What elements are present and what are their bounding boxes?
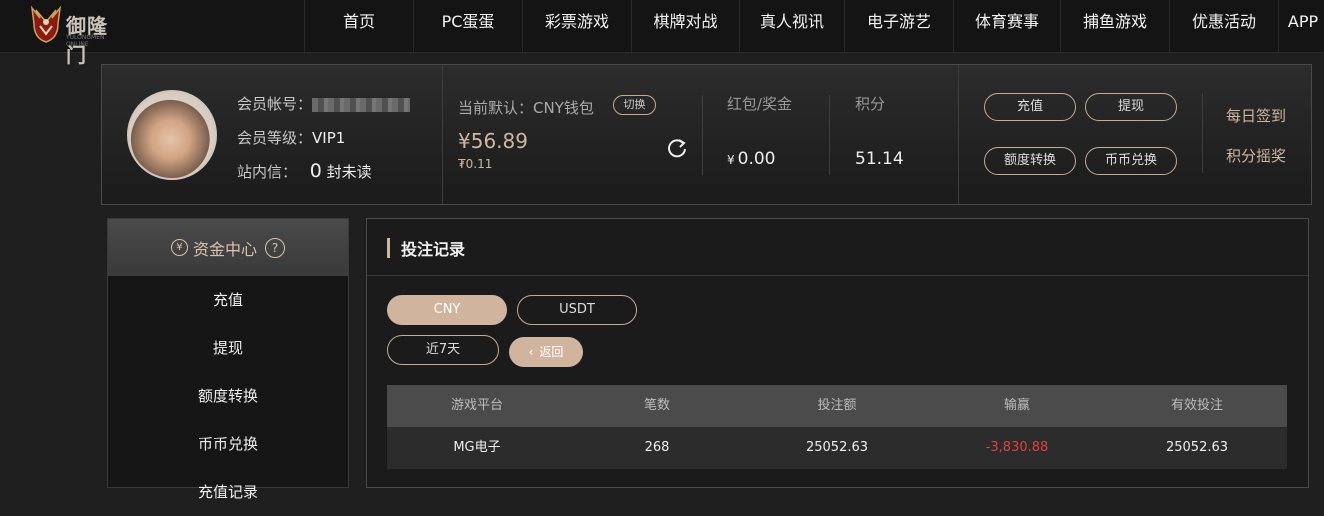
- cell-winloss: -3,830.88: [985, 440, 1049, 455]
- avatar[interactable]: [127, 90, 217, 180]
- column-header: 投注额: [817, 398, 857, 413]
- exchange-button[interactable]: 币币兑换: [1085, 147, 1177, 175]
- chevron-left-icon: ‹: [528, 345, 534, 359]
- switch-wallet-button[interactable]: 切换: [613, 95, 656, 115]
- nav-item[interactable]: PC蛋蛋: [413, 0, 522, 52]
- bonus-value-row: ¥0.00: [727, 149, 776, 169]
- cell-count: 268: [644, 440, 670, 455]
- sidebar-item[interactable]: 提现: [108, 324, 348, 372]
- nav-item[interactable]: 首页: [304, 0, 413, 52]
- column-header: 笔数: [643, 398, 670, 413]
- sidebar-item[interactable]: 充值记录: [108, 468, 348, 516]
- main-balance: ¥56.89: [458, 129, 528, 153]
- dragon-logo-icon: [30, 5, 62, 43]
- sidebar-header: ¥ 资金中心 ?: [108, 219, 348, 276]
- sidebar-item[interactable]: 币币兑换: [108, 420, 348, 468]
- member-id-row: 会员帐号：: [237, 93, 411, 114]
- nav-item[interactable]: 电子游艺: [844, 0, 953, 52]
- inbox-row[interactable]: 站内信： 0 封未读: [237, 160, 372, 182]
- title-accent-bar: [387, 238, 390, 258]
- nav-item[interactable]: 棋牌对战: [631, 0, 739, 52]
- table-row: MG电子 268 25052.63 -3,830.88 25052.63: [387, 427, 1287, 469]
- brand-logo[interactable]: 御隆门 YULONGMEN ONLINE: [28, 4, 128, 67]
- divider: [958, 65, 959, 204]
- table-body: MG电子 268 25052.63 -3,830.88 25052.63: [387, 427, 1287, 469]
- top-navigation-bar: 御隆门 YULONGMEN ONLINE 首页 PC蛋蛋 彩票游戏 棋牌对战 真人视讯电…: [0, 0, 1324, 67]
- bonus-currency: ¥: [727, 153, 735, 167]
- inbox-unit: 封未读: [326, 163, 372, 181]
- member-id-label: 会员帐号：: [237, 95, 313, 113]
- account-summary-panel: 会员帐号： 会员等级：VIP1 站内信： 0 封未读 当前默认：CNY钱包 切换…: [101, 64, 1312, 205]
- column-header: 有效投注: [1170, 398, 1223, 413]
- nav-item[interactable]: APP: [1278, 0, 1324, 52]
- page-title: 投注记录: [401, 240, 466, 259]
- sidebar-menu: 充值 提现 额度转换 币币兑换 充值记录: [108, 276, 348, 516]
- bet-records-table: 游戏平台 笔数 投注额 输赢 有效投注 MG电子 268 25052.63 -3,830.88…: [387, 385, 1287, 469]
- points-value: 51.14: [855, 149, 904, 169]
- deposit-button[interactable]: 充值: [984, 93, 1076, 121]
- sidebar-item[interactable]: 额度转换: [108, 372, 348, 420]
- points-label: 积分: [855, 95, 886, 113]
- inbox-count: 0: [309, 160, 322, 182]
- cell-valid: 25052.63: [1165, 440, 1229, 455]
- main-menu: 首页 PC蛋蛋 彩票游戏 棋牌对战 真人视讯 电子游艺 体育赛事 捕鱼游戏 优惠活动 APP: [304, 0, 1324, 52]
- sidebar-item[interactable]: 充值: [108, 276, 348, 324]
- yen-icon: ¥: [170, 239, 188, 256]
- nav-item[interactable]: 优惠活动: [1169, 0, 1278, 52]
- brand-subtitle: YULONGMEN ONLINE: [66, 34, 105, 48]
- transfer-button[interactable]: 额度转换: [984, 147, 1076, 175]
- sidebar-title: 资金中心: [192, 239, 257, 259]
- sidebar: ¥ 资金中心 ? 充值 提现 额度转换 币币兑换 充值记录: [107, 218, 349, 501]
- tab-cny[interactable]: CNY: [387, 295, 507, 325]
- member-id-masked: [312, 97, 411, 112]
- divider: [702, 95, 703, 175]
- cell-platform: MG电子: [453, 440, 501, 455]
- usdt-balance: ₮0.11: [458, 157, 493, 171]
- wallet-label: 当前默认：CNY钱包: [458, 99, 594, 117]
- nav-item[interactable]: 体育赛事: [953, 0, 1060, 52]
- back-label: 返回: [539, 345, 564, 359]
- points-lottery-link[interactable]: 积分摇奖: [1226, 145, 1286, 166]
- bet-records-panel: 投注记录 CNY USDT 近7天 ‹ 返回 游戏平台 笔数 投注额 输赢 有效投注 MG…: [366, 218, 1309, 488]
- panel-header: 投注记录: [367, 219, 1308, 276]
- back-button[interactable]: ‹ 返回: [509, 337, 583, 367]
- column-header: 游戏平台: [450, 398, 503, 413]
- divider: [829, 95, 830, 175]
- member-level-label: 会员等级：: [237, 129, 313, 147]
- member-level-value: VIP1: [312, 129, 346, 147]
- bonus-value: 0.00: [737, 149, 776, 169]
- nav-item[interactable]: 捕鱼游戏: [1060, 0, 1169, 52]
- table-header: 游戏平台 笔数 投注额 输赢 有效投注: [387, 385, 1287, 427]
- nav-item[interactable]: 彩票游戏: [522, 0, 631, 52]
- cell-bet: 25052.63: [805, 440, 869, 455]
- withdraw-button[interactable]: 提现: [1085, 93, 1177, 121]
- inbox-label: 站内信：: [237, 163, 298, 181]
- tab-usdt[interactable]: USDT: [517, 295, 637, 325]
- refresh-icon[interactable]: [666, 137, 688, 159]
- divider: [1202, 93, 1203, 173]
- help-icon[interactable]: ?: [265, 237, 285, 258]
- nav-item[interactable]: 真人视讯: [739, 0, 844, 52]
- daily-checkin-link[interactable]: 每日签到: [1226, 105, 1286, 126]
- date-range-select[interactable]: 近7天: [387, 335, 499, 365]
- bonus-label: 红包/奖金: [727, 95, 793, 113]
- column-header: 输赢: [1003, 398, 1030, 413]
- divider: [442, 65, 443, 204]
- member-level-row: 会员等级：VIP1: [237, 127, 345, 148]
